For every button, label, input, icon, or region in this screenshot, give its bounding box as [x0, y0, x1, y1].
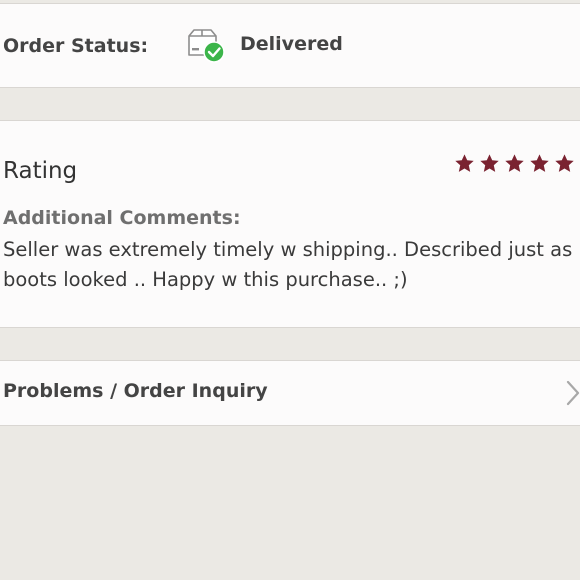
star-icon [455, 154, 474, 172]
star-icon [530, 154, 549, 172]
rating-title: Rating [3, 158, 78, 184]
star-rating [454, 153, 579, 174]
chevron-right-icon[interactable] [566, 380, 580, 406]
order-inquiry-row[interactable]: Problems / Order Inquiry [0, 360, 580, 426]
order-status-label: Order Status: [3, 35, 149, 57]
package-delivered-icon [188, 29, 225, 63]
additional-comments-label: Additional Comments: [3, 207, 241, 229]
star-icon [555, 154, 574, 172]
additional-comments-text: Seller was extremely timely w shipping..… [3, 238, 573, 291]
order-status-value: Delivered [240, 33, 343, 55]
order-inquiry-label: Problems / Order Inquiry [3, 380, 268, 402]
rating-section: Rating Additional Comments: Seller was e… [0, 120, 580, 328]
star-icon [480, 154, 499, 172]
order-status-row: Order Status: Delivered [0, 3, 580, 88]
star-icon [505, 154, 524, 172]
